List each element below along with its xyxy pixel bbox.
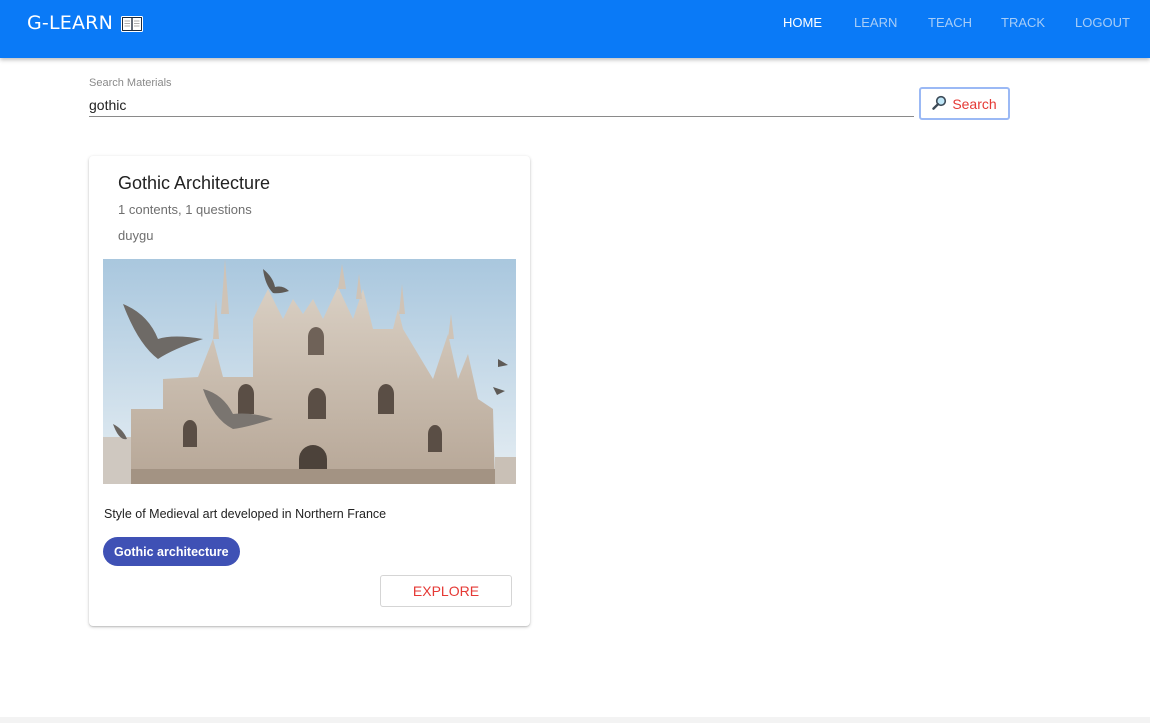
search-input[interactable] <box>89 93 914 117</box>
brand-name: G-LEARN <box>27 12 113 34</box>
magnifier-icon <box>932 95 947 113</box>
search-button[interactable]: Search <box>919 87 1010 120</box>
card-title: Gothic Architecture <box>118 173 271 193</box>
explore-button[interactable]: EXPLORE <box>380 575 512 607</box>
app-bar: G-LEARN HOME LEARN TEACH TRACK LOGOUT <box>0 0 1150 58</box>
footer-strip <box>0 717 1150 723</box>
nav-teach[interactable]: TEACH <box>928 15 972 30</box>
tag-chip[interactable]: Gothic architecture <box>103 537 240 566</box>
nav-track[interactable]: TRACK <box>1001 15 1045 30</box>
nav-learn[interactable]: LEARN <box>854 15 897 30</box>
card-meta: 1 contents, 1 questions <box>118 202 252 217</box>
search-button-label: Search <box>952 95 997 112</box>
open-book-icon <box>120 15 143 32</box>
card-author: duygu <box>118 228 154 243</box>
cathedral-image <box>103 259 516 484</box>
search-label: Search Materials <box>89 77 172 89</box>
brand-logo[interactable]: G-LEARN <box>27 12 143 34</box>
material-card: Gothic Architecture 1 contents, 1 questi… <box>89 156 530 626</box>
nav-home[interactable]: HOME <box>783 15 822 30</box>
card-description: Style of Medieval art developed in North… <box>104 507 387 521</box>
nav-logout[interactable]: LOGOUT <box>1075 15 1130 30</box>
